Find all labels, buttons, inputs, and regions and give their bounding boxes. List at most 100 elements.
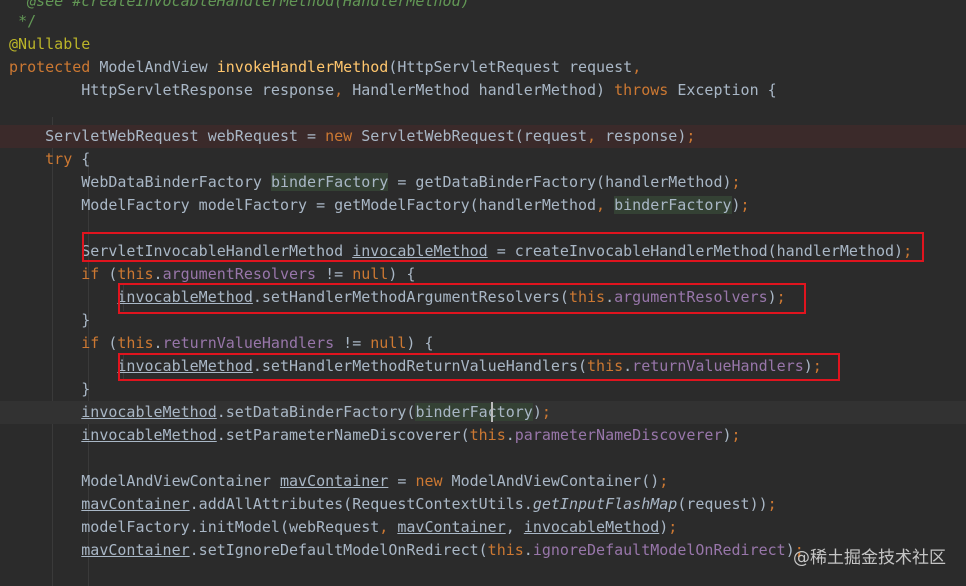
code-token: ModelAndView bbox=[90, 58, 217, 76]
code-token: != bbox=[334, 334, 371, 352]
code-token: new bbox=[325, 127, 353, 145]
code-token: ignoreDefaultModelOnRedirect bbox=[532, 541, 786, 559]
code-token: @see bbox=[27, 0, 64, 10]
code-line[interactable]: modelFactory.initModel(webRequest, mavCo… bbox=[0, 516, 966, 539]
code-line[interactable]: try { bbox=[0, 148, 966, 171]
code-token: , bbox=[587, 127, 597, 145]
code-line[interactable]: mavContainer.addAllAttributes(RequestCon… bbox=[0, 493, 966, 516]
code-token: ServletWebRequest(request bbox=[352, 127, 588, 145]
code-token: this bbox=[469, 426, 506, 444]
code-token: invocableMethod bbox=[523, 518, 660, 536]
code-token: getInputFlashMap bbox=[532, 495, 678, 513]
code-token: ServletWebRequest webRequest = bbox=[0, 127, 326, 145]
code-token: .setIgnoreDefaultModelOnRedirect( bbox=[189, 541, 488, 559]
code-token: ) bbox=[532, 403, 542, 421]
code-token: protected bbox=[9, 58, 91, 76]
code-token: if bbox=[81, 334, 100, 352]
code-line[interactable]: HttpServletResponse response, HandlerMet… bbox=[0, 79, 966, 102]
code-token: , bbox=[596, 196, 606, 214]
code-line[interactable]: @Nullable bbox=[0, 33, 966, 56]
code-token: mavContainer bbox=[397, 518, 506, 536]
code-token: { bbox=[72, 150, 91, 168]
code-token: ModelAndViewContainer() bbox=[442, 472, 660, 490]
highlight-box-return-value-handlers bbox=[118, 353, 840, 381]
code-token: ; bbox=[740, 196, 750, 214]
code-line[interactable] bbox=[0, 447, 966, 470]
code-token: new bbox=[415, 472, 443, 490]
code-token: , bbox=[505, 518, 515, 536]
code-line[interactable]: invocableMethod.setDataBinderFactory(bin… bbox=[0, 401, 966, 424]
code-token: #createInvocableHandlerMethod(HandlerMet… bbox=[63, 0, 470, 10]
code-token: ) bbox=[659, 518, 669, 536]
code-line[interactable] bbox=[0, 102, 966, 125]
code-token: invokeHandlerMethod bbox=[216, 58, 389, 76]
code-token: argumentResolvers bbox=[162, 265, 317, 283]
code-token: mavContainer bbox=[279, 472, 389, 490]
code-token: = getDataBinderFactory(handlerMethod) bbox=[388, 173, 732, 191]
code-token: ; bbox=[686, 127, 696, 145]
code-line[interactable]: ServletWebRequest webRequest = new Servl… bbox=[0, 125, 966, 148]
code-token: try bbox=[45, 150, 73, 168]
code-token: , bbox=[334, 81, 344, 99]
code-token: Exception { bbox=[668, 81, 777, 99]
highlight-box-argument-resolvers bbox=[118, 283, 806, 314]
code-token: null bbox=[352, 265, 389, 283]
code-token: ; bbox=[668, 518, 678, 536]
code-token: null bbox=[370, 334, 407, 352]
code-token: ( bbox=[99, 334, 118, 352]
code-token: parameterNameDiscoverer bbox=[514, 426, 723, 444]
code-token: .addAllAttributes(RequestContextUtils. bbox=[189, 495, 533, 513]
code-token: modelFactory.initModel(webRequest bbox=[0, 518, 380, 536]
code-token: this bbox=[117, 334, 154, 352]
code-token: */ bbox=[18, 12, 37, 30]
highlight-box-create-invocable bbox=[82, 232, 924, 262]
code-token: , bbox=[379, 518, 389, 536]
code-token: this bbox=[117, 265, 154, 283]
code-token: response) bbox=[596, 127, 687, 145]
code-token: binderFactory bbox=[415, 403, 533, 421]
code-token: ) bbox=[731, 196, 741, 214]
code-line[interactable]: ModelAndViewContainer mavContainer = new… bbox=[0, 470, 966, 493]
code-line[interactable]: if (this.returnValueHandlers != null) { bbox=[0, 332, 966, 355]
code-token: returnValueHandlers bbox=[162, 334, 335, 352]
code-line[interactable]: protected ModelAndView invokeHandlerMeth… bbox=[0, 56, 966, 79]
code-line[interactable]: */ bbox=[0, 10, 966, 33]
code-token: @Nullable bbox=[9, 35, 91, 53]
code-token: mavContainer bbox=[81, 495, 190, 513]
code-token: if bbox=[81, 265, 100, 283]
code-token: ; bbox=[659, 472, 669, 490]
code-token: ) { bbox=[388, 265, 416, 283]
code-token: ; bbox=[731, 426, 741, 444]
code-token: != bbox=[316, 265, 353, 283]
code-token: . bbox=[505, 426, 515, 444]
code-token: mavContainer bbox=[81, 541, 190, 559]
code-line[interactable]: invocableMethod.setParameterNameDiscover… bbox=[0, 424, 966, 447]
code-token: this bbox=[487, 541, 524, 559]
code-token: ModelFactory modelFactory = getModelFact… bbox=[0, 196, 597, 214]
code-token: binderFactory bbox=[614, 196, 732, 214]
code-token: .setParameterNameDiscoverer( bbox=[216, 426, 470, 444]
code-line[interactable]: } bbox=[0, 378, 966, 401]
code-line[interactable]: WebDataBinderFactory binderFactory = get… bbox=[0, 171, 966, 194]
code-token: invocableMethod bbox=[81, 403, 217, 421]
code-token: WebDataBinderFactory bbox=[0, 173, 271, 191]
code-token: throws bbox=[614, 81, 669, 99]
code-token: (request)) bbox=[677, 495, 768, 513]
code-line[interactable]: ModelFactory modelFactory = getModelFact… bbox=[0, 194, 966, 217]
code-token: ( bbox=[99, 265, 118, 283]
code-token: binderFactory bbox=[270, 173, 389, 191]
code-token: ) { bbox=[406, 334, 434, 352]
